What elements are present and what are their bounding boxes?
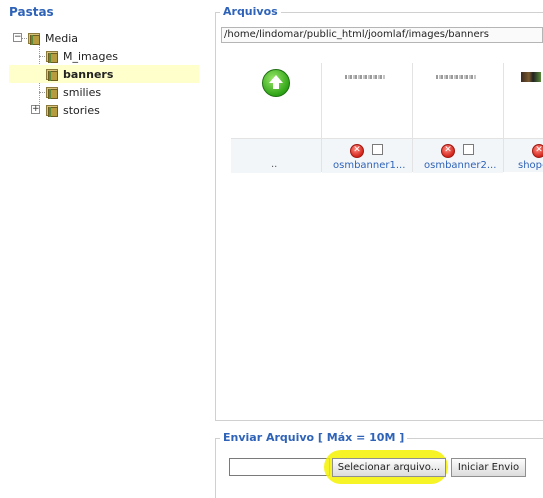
cell-footer: ✕ osmbanner2... xyxy=(413,138,503,173)
parent-folder-label: .. xyxy=(271,159,278,170)
file-cell[interactable]: ✕ shop- xyxy=(504,63,543,172)
current-path: /home/lindomar/public_html/joomlaf/image… xyxy=(221,27,543,43)
file-cell[interactable]: ✕ osmbanner2... xyxy=(413,63,504,173)
tree-item-label: banners xyxy=(63,67,114,81)
select-file-button[interactable]: Selecionar arquivo... xyxy=(332,458,446,477)
expand-toggle[interactable]: + xyxy=(31,105,40,114)
files-legend: Arquivos xyxy=(220,5,281,18)
folder-icon xyxy=(45,103,59,117)
tree-item-media[interactable]: Media xyxy=(27,29,78,47)
cell-footer: ✕ osmbanner1... xyxy=(322,138,412,173)
image-thumbnail[interactable] xyxy=(436,75,476,79)
tree-item-label: stories xyxy=(63,103,100,117)
file-path-input[interactable] xyxy=(229,458,330,476)
delete-icon[interactable]: ✕ xyxy=(532,144,543,158)
tree-item-label: smilies xyxy=(63,85,102,99)
tree-item-label: Media xyxy=(45,31,79,45)
tree-item-m-images[interactable]: M_images xyxy=(45,47,118,65)
cell-footer: .. xyxy=(231,138,321,173)
file-name-link[interactable]: osmbanner1... xyxy=(333,160,405,171)
file-select-checkbox[interactable] xyxy=(372,144,383,155)
start-upload-button[interactable]: Iniciar Envio xyxy=(451,458,526,477)
folder-open-icon xyxy=(27,31,41,45)
tree-item-banners[interactable]: banners xyxy=(9,65,199,83)
parent-folder-cell[interactable]: .. xyxy=(231,63,322,173)
file-select-checkbox[interactable] xyxy=(463,144,474,155)
tree-item-label: M_images xyxy=(63,49,118,63)
folder-up-icon[interactable] xyxy=(262,69,290,97)
folders-title: Pastas xyxy=(9,5,54,19)
folder-icon xyxy=(45,49,59,63)
delete-icon[interactable]: ✕ xyxy=(350,144,364,158)
cell-footer: ✕ shop- xyxy=(504,138,543,172)
folder-icon xyxy=(45,85,59,99)
file-cell[interactable]: ✕ osmbanner1... xyxy=(322,63,413,173)
folder-icon xyxy=(45,67,59,81)
delete-icon[interactable]: ✕ xyxy=(441,144,455,158)
file-name-link[interactable]: shop- xyxy=(518,160,543,171)
file-name-link[interactable]: osmbanner2... xyxy=(424,160,496,171)
tree-item-smilies[interactable]: smilies xyxy=(45,83,101,101)
upload-legend: Enviar Arquivo [ Máx = 10M ] xyxy=(220,431,408,444)
tree-item-stories[interactable]: stories xyxy=(45,101,100,119)
collapse-toggle[interactable]: − xyxy=(13,33,22,42)
image-thumbnail[interactable] xyxy=(521,72,541,82)
image-thumbnail[interactable] xyxy=(345,75,385,79)
